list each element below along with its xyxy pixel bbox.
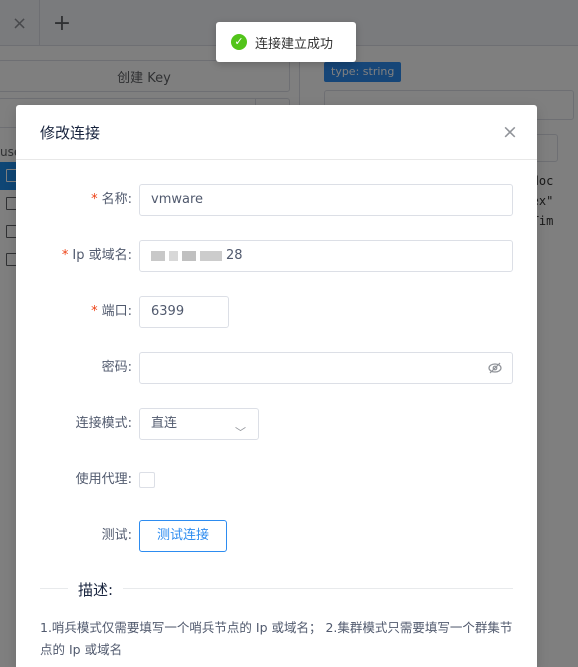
host-value-suffix: 28 <box>226 248 243 263</box>
check-circle-icon: ✓ <box>231 34 247 50</box>
mode-select[interactable]: 直连 ﹀ <box>139 408 259 440</box>
eye-off-icon[interactable] <box>488 362 502 374</box>
host-input[interactable]: 28 <box>139 240 513 272</box>
name-input[interactable]: vmware <box>139 184 513 216</box>
dialog-header: 修改连接 × <box>16 105 537 160</box>
mode-label: 连接模式: <box>75 416 132 431</box>
form-row-proxy: 使用代理: <box>16 464 537 496</box>
chevron-down-icon: ﹀ <box>235 426 246 439</box>
form-row-password: 密码: <box>16 352 537 384</box>
proxy-label: 使用代理: <box>75 472 132 487</box>
success-toast: ✓ 连接建立成功 <box>216 22 356 62</box>
password-input[interactable] <box>139 352 513 384</box>
dialog-title: 修改连接 <box>40 124 101 142</box>
toast-message: 连接建立成功 <box>255 36 334 52</box>
test-connection-button[interactable]: 测试连接 <box>139 520 227 552</box>
mode-value: 直连 <box>151 416 178 431</box>
form-row-mode: 连接模式: 直连 ﹀ <box>16 408 537 440</box>
proxy-checkbox[interactable] <box>139 472 155 488</box>
form-row-test: 测试: 测试连接 <box>16 520 537 552</box>
edit-connection-dialog: 修改连接 × * 名称: vmware * Ip 或域名: 28 * 端口: 6399… <box>16 105 537 667</box>
port-label: * 端口: <box>91 304 132 319</box>
form-row-port: * 端口: 6399 <box>16 296 537 328</box>
description-text: 1.哨兵模式仅需要填写一个哨兵节点的 Ip 或域名； 2.集群模式只需要填写一个… <box>40 620 513 657</box>
port-input[interactable]: 6399 <box>139 296 229 328</box>
password-label: 密码: <box>101 360 132 375</box>
name-label: * 名称: <box>91 192 132 207</box>
test-label: 测试: <box>101 528 132 543</box>
description-heading: 描述: <box>68 579 124 600</box>
form-row-name: * 名称: vmware <box>16 184 537 216</box>
host-label: * Ip 或域名: <box>61 248 132 263</box>
form-row-host: * Ip 或域名: 28 <box>16 240 537 272</box>
close-icon[interactable]: × <box>500 122 520 142</box>
